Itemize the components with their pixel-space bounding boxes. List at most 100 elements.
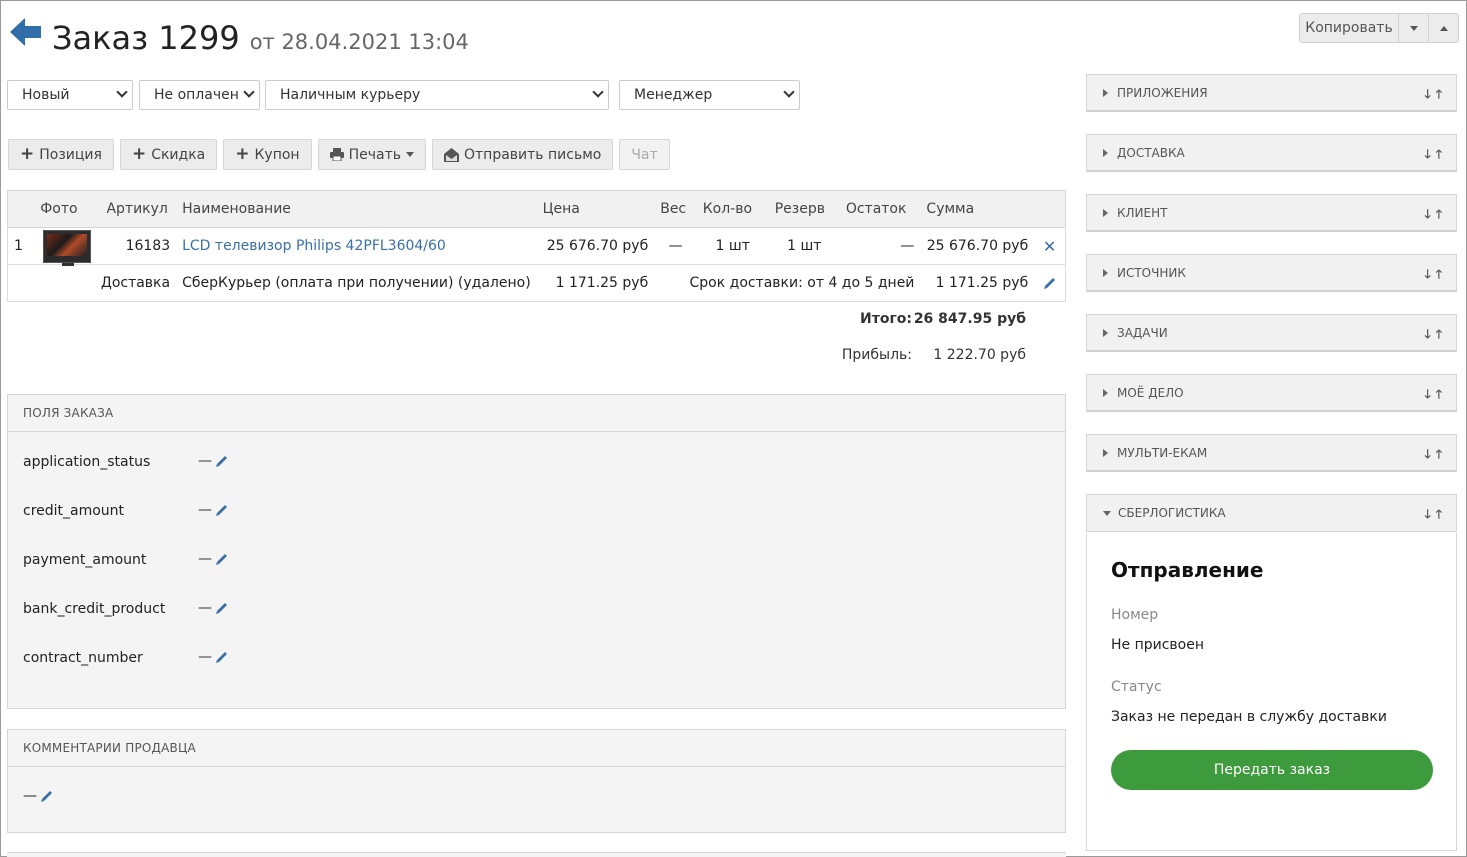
product-photo[interactable] [34,228,100,266]
order-field-value-row: — [198,502,229,518]
edit-pencil-icon[interactable] [215,552,229,566]
order-fields-panel: ПОЛЯ ЗАКАЗА application_status — credit_am… [7,394,1066,709]
edit-pencil-icon[interactable] [215,503,229,517]
sidebar-panel-header[interactable]: МОЁ ДЕЛО 🡓 🡑 [1086,374,1457,412]
row-price: 25 676.70 руб [546,238,649,254]
col-name: Наименование [182,201,291,217]
add-coupon-button[interactable]: + Купон [223,139,312,170]
panel-move-controls: 🡓 🡑 [1425,265,1443,286]
number-label: Номер [1111,607,1159,623]
sidebar-panel-header[interactable]: ДОСТАВКА 🡓 🡑 [1086,134,1457,172]
status-select-value: Новый [22,87,70,103]
chevron-down-icon [783,86,795,98]
row-name: LCD телевизор Philips 42PFL3604/60 [176,228,537,265]
row-stock: — [900,238,915,254]
sidebar-panel-header[interactable]: ЗАДАЧИ 🡓 🡑 [1086,314,1457,352]
order-field-value-row: — [198,453,229,469]
delivery-sum: 1 171.25 руб [935,275,1029,291]
sidebar-panel-title: ЗАДАЧИ [1117,325,1168,340]
edit-pencil-icon[interactable] [215,454,229,468]
print-label: Печать [348,146,401,163]
seller-comment-value: — [23,788,37,804]
copy-button[interactable]: Копировать [1299,13,1399,43]
move-down-icon[interactable]: 🡓 [1425,505,1431,526]
order-field-name: application_status [23,454,151,470]
envelope-icon [444,147,459,162]
order-field-value: — [198,600,212,616]
payment-select[interactable]: Не оплачен [139,80,260,110]
chevron-down-icon [1409,25,1418,31]
order-field-value-row: — [198,649,229,665]
move-up-icon[interactable]: 🡑 [1436,205,1442,226]
sidebar-panel-title: ИСТОЧНИК [1117,265,1186,280]
edit-pencil-icon[interactable] [215,601,229,615]
action-toolbar: + Позиция + Скидка + Купон Печать Отправить… [8,139,670,170]
caret-right-icon [1103,448,1108,457]
move-down-icon[interactable]: 🡓 [1425,445,1431,466]
move-up-icon[interactable]: 🡑 [1436,445,1442,466]
copy-dropdown-button[interactable] [1399,13,1429,43]
sidebar-panel-header[interactable]: КЛИЕНТ 🡓 🡑 [1086,194,1457,232]
product-link[interactable]: LCD телевизор Philips 42PFL3604/60 [182,238,446,254]
submit-order-button[interactable]: Передать заказ [1111,750,1433,790]
print-button[interactable]: Печать [317,139,426,170]
add-coupon-label: Купон [254,146,300,163]
back-arrow-icon[interactable] [10,17,42,47]
sidebar-panel-header[interactable]: СБЕРЛОГИСТИКА 🡓 🡑 [1086,494,1457,532]
move-up-icon[interactable]: 🡑 [1436,385,1442,406]
panel-move-controls: 🡓 🡑 [1425,205,1443,226]
add-discount-button[interactable]: + Скидка [119,139,218,170]
move-down-icon[interactable]: 🡓 [1425,145,1431,166]
move-down-icon[interactable]: 🡓 [1425,325,1431,346]
printer-icon [329,148,344,161]
edit-pencil-icon[interactable] [1043,276,1057,290]
move-down-icon[interactable]: 🡓 [1425,205,1431,226]
edit-pencil-icon[interactable] [40,789,54,803]
next-panel-edge [7,852,1066,857]
delivery-select[interactable]: Наличным курьеру [265,80,609,110]
delivery-label: Доставка [100,275,171,291]
sidebar-panel-header[interactable]: ИСТОЧНИК 🡓 🡑 [1086,254,1457,292]
sidebar-panel-title: КЛИЕНТ [1117,205,1168,220]
caret-right-icon [1103,268,1108,277]
sidebar-panel-title: МУЛЬТИ-ЕКАМ [1117,445,1208,460]
col-sku: Артикул [106,201,168,217]
move-up-icon[interactable]: 🡑 [1436,265,1442,286]
add-position-label: Позиция [39,146,102,163]
move-up-icon[interactable]: 🡑 [1436,325,1442,346]
delivery-name: СберКурьер (оплата при получении) (удале… [182,275,531,291]
order-date: от 28.04.2021 13:04 [249,30,469,54]
remove-icon[interactable]: ✕ [1043,237,1056,256]
edit-pencil-icon[interactable] [215,650,229,664]
sidebar-panel-header[interactable]: МУЛЬТИ-ЕКАМ 🡓 🡑 [1086,434,1457,472]
manager-select-value: Менеджер [634,87,713,103]
send-email-button[interactable]: Отправить письмо [432,139,614,170]
col-num [8,191,35,228]
caret-right-icon [1103,148,1108,157]
move-down-icon[interactable]: 🡓 [1425,385,1431,406]
delivery-select-value: Наличным курьеру [280,87,421,103]
col-weight: Вес [660,201,687,217]
move-up-icon[interactable]: 🡑 [1436,145,1442,166]
panel-move-controls: 🡓 🡑 [1425,505,1443,526]
total-value: 26 847.95 руб [913,311,1026,327]
sidebar-panel-header[interactable]: ПРИЛОЖЕНИЯ 🡓 🡑 [1086,74,1457,112]
sidebar-panel-title: МОЁ ДЕЛО [1117,385,1184,400]
send-email-label: Отправить письмо [464,146,602,163]
move-down-icon[interactable]: 🡓 [1425,265,1431,286]
move-down-icon[interactable]: 🡓 [1425,85,1431,106]
move-up-icon[interactable]: 🡑 [1436,85,1442,106]
add-position-button[interactable]: + Позиция [8,139,114,170]
status-select[interactable]: Новый [7,80,133,110]
order-field-value: — [198,551,212,567]
page-header: Заказ 1299 от 28.04.2021 13:04 [10,8,469,58]
row-qty: 1 шт [715,238,750,254]
col-actions [1034,191,1065,228]
chat-button[interactable]: Чат [619,139,670,170]
order-field-name: bank_credit_product [23,601,166,617]
panel-move-controls: 🡓 🡑 [1425,85,1443,106]
tv-thumbnail [43,229,92,266]
collapse-button[interactable] [1429,13,1459,43]
manager-select[interactable]: Менеджер [619,80,800,110]
move-up-icon[interactable]: 🡑 [1436,505,1442,526]
